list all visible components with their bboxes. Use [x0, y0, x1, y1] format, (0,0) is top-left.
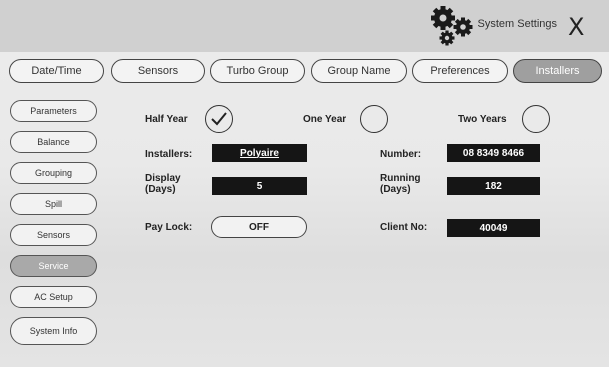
number-label: Number: [380, 149, 422, 160]
running-days-value: 182 [485, 180, 502, 192]
sidebar-item-spill[interactable]: Spill [10, 193, 97, 215]
close-button[interactable]: X [568, 13, 584, 41]
tab-sensors[interactable]: Sensors [111, 59, 205, 83]
display-days-value: 5 [256, 180, 263, 192]
tab-turbo-group[interactable]: Turbo Group [210, 59, 305, 83]
client-no-label: Client No: [380, 222, 428, 233]
two-years-label: Two Years [458, 114, 507, 125]
sidebar-item-sensors[interactable]: Sensors [10, 224, 97, 246]
pay-lock-toggle[interactable]: OFF [211, 216, 307, 238]
client-no-value: 40049 [479, 222, 508, 234]
running-label-line1: Running [380, 173, 421, 184]
half-year-radio[interactable] [205, 105, 233, 133]
running-label-line2: (Days) [380, 184, 411, 195]
sidebar-item-grouping[interactable]: Grouping [10, 162, 97, 184]
header-bar: System Settings X [0, 0, 609, 52]
sidebar-item-parameters[interactable]: Parameters [10, 100, 97, 122]
sidebar-item-balance[interactable]: Balance [10, 131, 97, 153]
running-label: Running (Days) [380, 173, 421, 195]
system-settings-screen: System Settings X Date/Time Sensors Turb… [0, 0, 609, 367]
page-title: System Settings [477, 18, 557, 30]
tab-group-name[interactable]: Group Name [311, 59, 407, 83]
client-no-field[interactable]: 40049 [447, 219, 540, 237]
tab-date-time[interactable]: Date/Time [9, 59, 104, 83]
sidebar-item-system-info[interactable]: System Info [10, 317, 97, 345]
one-year-radio[interactable] [360, 105, 388, 133]
installers-value: Polyaire [240, 147, 279, 159]
display-label: Display (Days) [145, 173, 181, 195]
sidebar-item-service[interactable]: Service [10, 255, 97, 277]
gears-icon [431, 6, 473, 46]
installers-label: Installers: [145, 149, 193, 160]
running-days-field: 182 [447, 177, 540, 195]
number-field[interactable]: 08 8349 8466 [447, 144, 540, 162]
one-year-label: One Year [303, 114, 347, 125]
display-days-field[interactable]: 5 [212, 177, 307, 195]
display-label-line2: (Days) [145, 184, 176, 195]
sidebar-item-ac-setup[interactable]: AC Setup [10, 286, 97, 308]
two-years-radio[interactable] [522, 105, 550, 133]
number-value: 08 8349 8466 [462, 147, 525, 159]
check-icon [210, 111, 227, 125]
tab-preferences[interactable]: Preferences [412, 59, 508, 83]
tab-installers[interactable]: Installers [513, 59, 602, 83]
display-label-line1: Display [145, 173, 181, 184]
half-year-label: Half Year [145, 114, 188, 125]
installers-field[interactable]: Polyaire [212, 144, 307, 162]
pay-lock-label: Pay Lock: [145, 222, 193, 233]
